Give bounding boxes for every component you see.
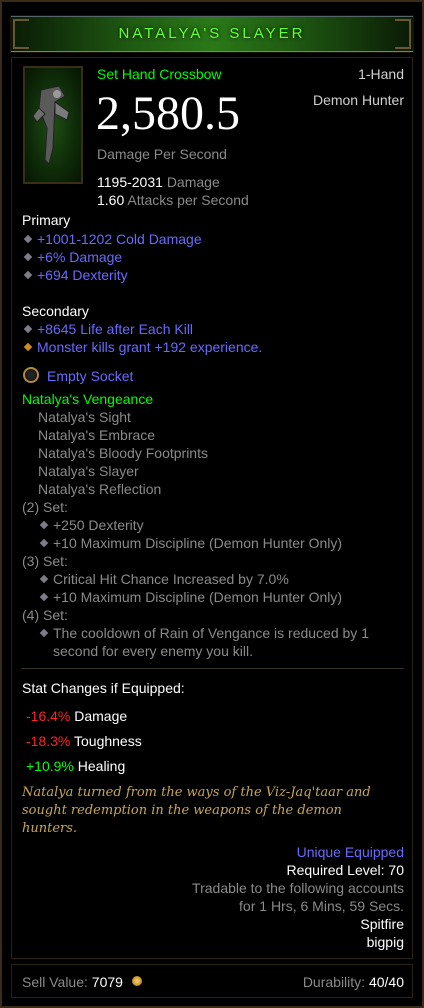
stat-change-value: -18.3% — [26, 733, 71, 749]
sell-value: Sell Value: 7079 — [22, 974, 123, 990]
damage-word: Damage — [166, 174, 220, 190]
title-bar: NATALYA'S SLAYER — [11, 16, 413, 52]
attack-speed-line: 1.60 Attacks per Second — [97, 192, 249, 208]
item-slot: 1-Hand — [358, 66, 404, 82]
item-name: NATALYA'S SLAYER — [118, 25, 306, 42]
flavor-text: Natalya turned from the ways of the Viz-… — [22, 784, 406, 838]
set-piece: Natalya's Slayer — [38, 463, 139, 479]
durability: Durability: 40/40 — [303, 974, 404, 990]
dps-label: Damage Per Second — [97, 146, 227, 162]
secondary-heading: Secondary — [22, 303, 89, 319]
set-bonus: Critical Hit Chance Increased by 7.0% — [53, 571, 289, 587]
stat-change-label: Healing — [77, 758, 126, 774]
set-bonus-label: (3) Set: — [22, 553, 68, 569]
durability-label: Durability: — [302, 974, 366, 990]
primary-stat: +694 Dexterity — [37, 267, 128, 283]
stat-change-label: Damage — [74, 708, 128, 724]
socket-icon — [23, 367, 39, 383]
trade-timer: for 1 Hrs, 6 Mins, 59 Secs. — [239, 898, 404, 914]
primary-heading: Primary — [22, 212, 71, 228]
attack-speed-word: Attacks per Second — [127, 192, 249, 208]
set-bonus: The cooldown of Rain of Vengance is redu… — [53, 625, 369, 641]
trade-account: Spitfire — [360, 916, 404, 932]
stat-change-value: -16.4% — [26, 708, 71, 724]
unique-equipped: Unique Equipped — [296, 844, 404, 860]
gold-coin-icon — [132, 976, 142, 986]
secondary-stat: Monster kills grant +192 experience. — [37, 339, 263, 355]
required-level: Required Level: 70 — [286, 862, 404, 878]
item-type: Set Hand Crossbow — [97, 66, 222, 82]
durability-value: 40/40 — [368, 974, 404, 990]
sell-value-amount: 7079 — [91, 974, 123, 990]
stat-changes-heading: Stat Changes if Equipped: — [22, 680, 185, 696]
sell-value-label: Sell Value: — [22, 974, 88, 990]
set-bonus: +250 Dexterity — [53, 517, 144, 533]
trade-account: bigpig — [366, 934, 404, 950]
flavor-line: hunters. — [22, 821, 78, 836]
set-piece: Natalya's Embrace — [38, 427, 156, 443]
stat-change-row: -18.3% Toughness — [26, 733, 142, 749]
set-bonus-continued: second for every enemy you kill. — [53, 643, 253, 659]
set-piece: Natalya's Bloody Footprints — [38, 445, 208, 461]
set-bonus-label: (2) Set: — [22, 499, 68, 515]
dps-value: 2,580.5 — [96, 87, 240, 140]
set-piece: Natalya's Sight — [38, 409, 131, 425]
damage-range: 1195-2031 — [97, 174, 163, 190]
stat-change-label: Toughness — [74, 733, 142, 749]
stat-change-value: +10.9% — [26, 758, 74, 774]
set-bonus: +10 Maximum Discipline (Demon Hunter Onl… — [53, 535, 343, 551]
set-bonus: +10 Maximum Discipline (Demon Hunter Onl… — [53, 589, 343, 605]
primary-stat: +6% Damage — [37, 249, 123, 265]
attack-speed-value: 1.60 — [97, 192, 125, 208]
item-class: Demon Hunter — [312, 92, 404, 108]
stat-change-row: -16.4% Damage — [26, 708, 127, 724]
flavor-line: Natalya turned from the ways of the Viz-… — [22, 785, 371, 800]
damage-line: 1195-2031 Damage — [97, 174, 220, 190]
primary-stat: +1001-1202 Cold Damage — [37, 231, 202, 247]
stat-change-row: +10.9% Healing — [26, 758, 125, 774]
set-name: Natalya's Vengeance — [22, 391, 154, 407]
set-piece: Natalya's Reflection — [38, 481, 162, 497]
secondary-stat: +8645 Life after Each Kill — [37, 321, 194, 337]
divider — [21, 668, 404, 669]
flavor-line: sought redemption in the weapons of the … — [22, 803, 342, 818]
set-bonus-label: (4) Set: — [22, 607, 68, 623]
trade-info: Tradable to the following accounts — [192, 880, 404, 896]
socket-label: Empty Socket — [47, 368, 134, 384]
hand-crossbow-icon — [23, 66, 83, 184]
